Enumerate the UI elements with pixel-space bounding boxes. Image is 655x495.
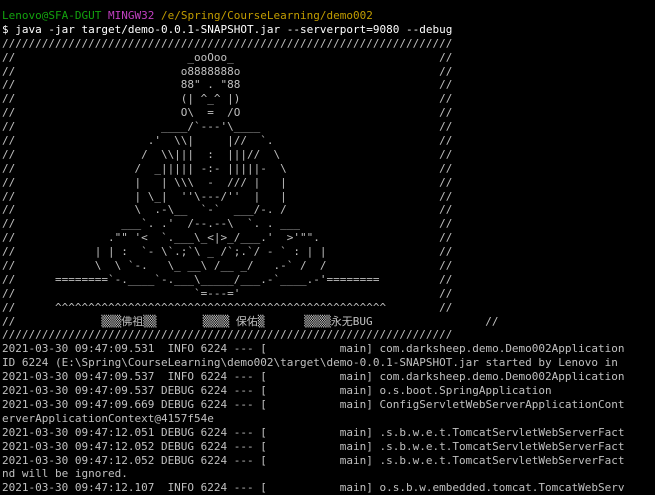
output-line: // `=---=' // bbox=[2, 286, 453, 300]
output-line: // ___`. .' /--.--\ `. . ___ // bbox=[2, 217, 453, 231]
output-line: // ▒▒▒佛祖▒▒ ▒▒▒▒ 保佑▒ ▒▒▒▒永无BUG // bbox=[2, 314, 499, 328]
output-line: ////////////////////////////////////////… bbox=[2, 328, 453, 342]
output-line: // .' \\| |// `. // bbox=[2, 134, 453, 148]
output-line: nd will be ignored. bbox=[2, 467, 128, 481]
output-line: // \ \ `-. \_ __\ /__ _/ .-` / / // bbox=[2, 259, 453, 273]
output-line: // / _||||| -:- |||||- \ // bbox=[2, 161, 453, 175]
terminal-output: ////////////////////////////////////////… bbox=[2, 37, 655, 495]
output-line: // 88" . "88 // bbox=[2, 78, 453, 92]
prompt-line: Lenovo@SFA-DGUT MINGW32 /e/Spring/Course… bbox=[2, 9, 655, 23]
output-line: // ____/`---'\____ // bbox=[2, 120, 453, 134]
output-line: 2021-03-30 09:47:12.052 DEBUG 6224 --- [… bbox=[2, 453, 625, 467]
output-line: ID 6224 (E:\Spring\CourseLearning\demo00… bbox=[2, 356, 618, 370]
output-line: // O\ = /O // bbox=[2, 106, 453, 120]
output-line: // ."" '< `.___\_<|>_/___.' >'"". // bbox=[2, 231, 453, 245]
output-line: // (| ^_^ |) // bbox=[2, 92, 453, 106]
output-line: // / \\||| : |||// \ // bbox=[2, 147, 453, 161]
output-line: 2021-03-30 09:47:09.531 INFO 6224 --- [ … bbox=[2, 342, 625, 356]
prompt-path: /e/Spring/CourseLearning/demo002 bbox=[160, 9, 373, 22]
output-line: // | \_| ''\---/'' | | // bbox=[2, 189, 453, 203]
output-line: 2021-03-30 09:47:12.052 DEBUG 6224 --- [… bbox=[2, 439, 625, 453]
output-line: // | | : `- \`.;`\ _ /`;.`/ - ` : | | // bbox=[2, 245, 453, 259]
output-line: // ========`-.____`-.___\_____/___.-`___… bbox=[2, 272, 453, 286]
output-line: // _ooOoo_ // bbox=[2, 50, 453, 64]
command-line[interactable]: $ java -jar target/demo-0.0.1-SNAPSHOT.j… bbox=[2, 23, 655, 37]
output-line: // | | \\\ - /// | | // bbox=[2, 175, 453, 189]
output-line: 2021-03-30 09:47:12.051 DEBUG 6224 --- [… bbox=[2, 425, 625, 439]
terminal-window[interactable]: Lenovo@SFA-DGUT MINGW32 /e/Spring/Course… bbox=[0, 0, 655, 495]
output-line: 2021-03-30 09:47:09.537 DEBUG 6224 --- [… bbox=[2, 384, 552, 398]
prompt-shell: MINGW32 bbox=[107, 9, 155, 22]
output-line: // ^^^^^^^^^^^^^^^^^^^^^^^^^^^^^^^^^^^^^… bbox=[2, 300, 453, 314]
output-line: 2021-03-30 09:47:09.669 DEBUG 6224 --- [… bbox=[2, 397, 625, 411]
output-line: // \ .-\__ `-` ___/-. / // bbox=[2, 203, 453, 217]
output-line: 2021-03-30 09:47:12.107 INFO 6224 --- [ … bbox=[2, 481, 625, 495]
prompt-user: Lenovo@SFA-DGUT bbox=[2, 9, 102, 22]
output-line: erverApplicationContext@4157f54e bbox=[2, 411, 214, 425]
output-line: 2021-03-30 09:47:09.537 INFO 6224 --- [ … bbox=[2, 370, 625, 384]
output-line: // o8888888o // bbox=[2, 64, 453, 78]
output-line: ////////////////////////////////////////… bbox=[2, 36, 453, 50]
